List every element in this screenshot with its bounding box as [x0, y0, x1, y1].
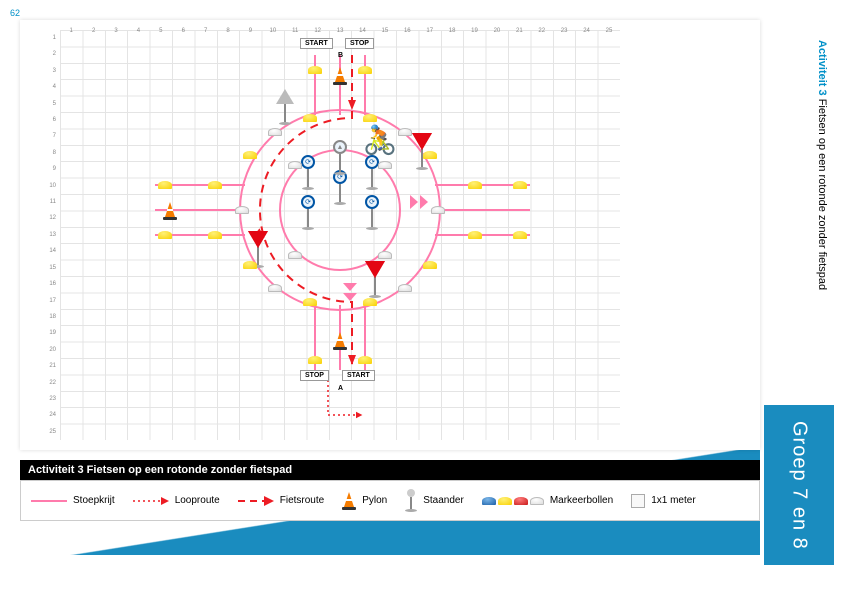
legend-staander: Staander — [405, 489, 464, 512]
label-start-bottom: START — [342, 370, 375, 381]
marker-yellow — [158, 231, 172, 239]
pylon-icon — [333, 332, 347, 350]
legend-stoepkrijt: Stoepkrijt — [31, 495, 115, 506]
marker-yellow — [243, 261, 257, 269]
legend-grid-unit: 1x1 meter — [631, 494, 695, 508]
legend-markeerbollen: Markeerbollen — [482, 495, 613, 506]
marker-yellow — [243, 151, 257, 159]
roundabout-sign: ⟳ — [301, 195, 315, 230]
marker-yellow — [423, 151, 437, 159]
group-badge: Groep 7 en 8 — [764, 405, 834, 565]
gray-sign — [276, 89, 294, 125]
marker-b: B — [338, 52, 343, 59]
marker-yellow — [513, 231, 527, 239]
caption-bar: Activiteit 3 Fietsen op een rotonde zond… — [20, 460, 760, 521]
roundabout-sign: ⟳ — [365, 195, 379, 230]
cyclist-icon: 🚴 — [363, 124, 398, 157]
legend-looproute: Looproute — [133, 495, 220, 506]
activity-title: Fietsen op een rotonde zonder fietspad — [816, 99, 828, 290]
roundabout-sign: ⟳ — [365, 155, 379, 190]
activity-num: Activiteit 3 — [816, 40, 828, 96]
yield-sign — [367, 263, 383, 298]
looproute — [328, 375, 360, 415]
row-labels: 1234567891011121314151617181920212223242… — [46, 30, 56, 440]
marker-yellow — [468, 231, 482, 239]
marker-yellow — [303, 114, 317, 122]
marker-white — [268, 284, 282, 292]
marker-yellow — [158, 181, 172, 189]
marker-white — [268, 128, 282, 136]
roundabout-sign: ⟳ — [333, 170, 347, 205]
marker-yellow — [468, 181, 482, 189]
legend: Stoepkrijt Looproute Fietsroute Pylon St… — [20, 480, 760, 521]
marker-white — [288, 251, 302, 259]
label-start-top: START — [300, 38, 333, 49]
marker-yellow — [303, 298, 317, 306]
gray-round-sign: ▲ — [333, 140, 347, 175]
label-stop-bottom: STOP — [300, 370, 329, 381]
grid-area: 1234567891011121314151617181920212223242… — [60, 30, 620, 440]
marker-yellow — [308, 66, 322, 74]
marker-white — [431, 206, 445, 214]
marker-yellow — [308, 356, 322, 364]
legend-pylon: Pylon — [342, 492, 387, 510]
marker-white — [235, 206, 249, 214]
marker-yellow — [358, 356, 372, 364]
marker-yellow — [513, 181, 527, 189]
pylon-icon — [333, 67, 347, 85]
roundabout-sign: ⟳ — [301, 155, 315, 190]
label-stop-top: STOP — [345, 38, 374, 49]
marker-yellow — [423, 261, 437, 269]
marker-yellow — [358, 66, 372, 74]
route-diagram — [60, 30, 620, 440]
marker-yellow — [363, 298, 377, 306]
legend-fietsroute: Fietsroute — [238, 495, 324, 506]
marker-white — [378, 251, 392, 259]
side-header: Activiteit 3 Fietsen op een rotonde zond… — [816, 40, 828, 290]
marker-white — [378, 161, 392, 169]
marker-yellow — [208, 231, 222, 239]
page-number: 62 — [10, 8, 20, 18]
marker-white — [288, 161, 302, 169]
marker-yellow — [363, 114, 377, 122]
pylon-icon — [163, 202, 177, 220]
marker-yellow — [208, 181, 222, 189]
diagram-frame: 1234567891011121314151617181920212223242… — [20, 20, 760, 450]
marker-white — [398, 284, 412, 292]
caption-title: Activiteit 3 Fietsen op een rotonde zond… — [20, 460, 760, 480]
marker-a: A — [338, 385, 343, 392]
marker-white — [398, 128, 412, 136]
